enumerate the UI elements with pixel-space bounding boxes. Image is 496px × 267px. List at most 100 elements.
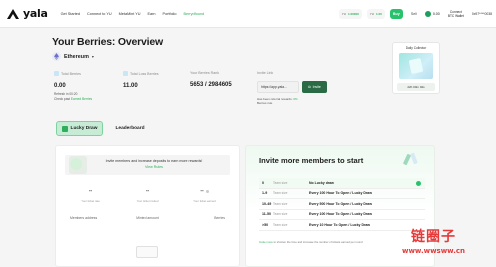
- daily-collector-card: Daily Collector 22h 00m 02s: [392, 42, 440, 94]
- invite-more-link[interactable]: Invite more: [259, 240, 273, 244]
- stat-total-berries: Total Berries 0.00 Refresh in 00:20 Chec…: [54, 71, 92, 101]
- tier-reward: Every 100 Hour To Open / Lucky Draw: [309, 191, 372, 196]
- stat-label-row: Total Berries: [54, 71, 92, 76]
- referral-value: 0%: [293, 97, 298, 101]
- nav-get-started[interactable]: Get Started: [61, 12, 80, 16]
- ticket-invited-label: Your ticket invited: [136, 199, 159, 203]
- watermark: 链圈子 www.wwsww.cn: [402, 226, 465, 255]
- view-rules-link[interactable]: View Rules: [99, 165, 209, 169]
- promo-banner: Invite members and increase deposits to …: [65, 155, 230, 175]
- chevron-down-icon: ▾: [91, 54, 94, 59]
- members-table-header: Members address Minted amount Berries: [56, 216, 239, 220]
- ticket-earned-label: Your ticket earned: [193, 199, 216, 203]
- invite-label: Invite Link: [257, 71, 274, 75]
- ethereum-icon: [52, 52, 61, 61]
- logo[interactable]: yala: [6, 7, 48, 20]
- invite-link-block: Invite Link https://app.yala... ⧉ Invite…: [257, 71, 335, 105]
- tier-range: >50: [262, 222, 269, 227]
- watermark-title: 链圈子: [411, 229, 456, 245]
- tier-reward: Every 100 Hour To Open / Lucky Draw: [309, 212, 372, 217]
- berries-icon: [123, 71, 128, 76]
- earned-berries-link[interactable]: Earned Berries: [71, 97, 92, 101]
- tier-row: 1-9 Team size Every 100 Hour To Open / L…: [259, 189, 425, 199]
- past-link-row: Check past Earned Berries: [54, 97, 92, 102]
- tab-leaderboard[interactable]: Leaderboard: [108, 121, 152, 136]
- col-members-address: Members address: [70, 216, 98, 220]
- invite-row: https://app.yala... ⧉ Invite: [257, 81, 335, 93]
- nav-stat-label: YU: [341, 12, 346, 16]
- ticket-illustration-icon: [402, 152, 420, 168]
- chain-badge[interactable]: 0.00: [424, 11, 440, 17]
- buy-button[interactable]: Buy: [389, 9, 403, 19]
- stat-label: Your Berries Rank: [190, 71, 220, 75]
- collector-title: Daily Collector: [405, 46, 427, 50]
- tab-label: Lucky Draw: [70, 126, 98, 131]
- stat-value: 5653 / 2984605: [190, 82, 232, 88]
- ticket-earned: -- Your ticket earned: [177, 188, 232, 203]
- nav-connect[interactable]: Connect to YU: [87, 12, 112, 16]
- tier-reward: Every 10 Hour To Open / Lucky Draw: [309, 222, 371, 227]
- invite-button[interactable]: ⧉ Invite: [302, 81, 327, 93]
- ticket-earned-row: --: [177, 188, 232, 194]
- ticket-rate-value: --: [88, 188, 93, 194]
- panel-title: Invite more members to start: [259, 156, 364, 165]
- tier-suffix: Team size: [273, 180, 288, 185]
- stat-label: Total Loss Berries: [130, 71, 159, 76]
- yala-logo-icon: [6, 8, 20, 20]
- promo-message: Invite members and increase deposits to …: [105, 159, 203, 163]
- watermark-url: www.wwsww.cn: [402, 247, 465, 255]
- ticket-invited: -- Your ticket invited: [120, 188, 175, 203]
- tab-lucky-draw[interactable]: Lucky Draw: [56, 121, 103, 136]
- tier-suffix: Team size: [273, 212, 288, 217]
- tier-range: 11-50: [262, 212, 271, 217]
- nav-stat-label: YU: [369, 12, 374, 16]
- tier-range: 0: [262, 180, 264, 185]
- tier-suffix: Team size: [273, 222, 288, 227]
- ticket-earned-value: --: [200, 188, 204, 194]
- lucky-draw-panel: Invite members and increase deposits to …: [55, 145, 240, 267]
- nav-stat-2: YU 1.00: [366, 9, 385, 19]
- berries-rule-link[interactable]: Berries rule: [257, 101, 335, 105]
- invite-url-field[interactable]: https://app.yala...: [257, 81, 299, 93]
- collector-countdown-button[interactable]: 22h 00m 02s: [397, 83, 435, 91]
- connect-btc-wallet-button[interactable]: Connect BTC Wallet: [445, 10, 467, 18]
- nav-stat-value: 1.00: [375, 12, 382, 16]
- gift-icon: [61, 125, 68, 132]
- copy-icon: ⧉: [308, 85, 311, 89]
- stat-total-loss-berries: Total Loss Berries 11.00: [123, 71, 159, 89]
- stat-value: 11.00: [123, 83, 138, 89]
- nav-portfolio[interactable]: Portfolio: [163, 12, 177, 16]
- sell-button[interactable]: Sell: [408, 12, 420, 16]
- nav-metamint[interactable]: MetaMint YU: [119, 12, 141, 16]
- nav-earn[interactable]: Earn: [148, 12, 156, 16]
- ticket-rate: -- Your ticket rate: [63, 188, 118, 203]
- chain-selector[interactable]: Ethereum ▾: [52, 52, 94, 61]
- account-button[interactable]: 0x97****0038: [472, 12, 492, 16]
- tier-row: 10-49 Team size Every 500 Hour To Open /…: [259, 199, 425, 210]
- berries-icon: [54, 71, 59, 76]
- tier-row: 0 Team size No Lucky draw: [259, 178, 425, 189]
- stat-value: 0.00: [54, 83, 66, 89]
- chain-name: Ethereum: [64, 53, 89, 60]
- check-icon: [416, 180, 421, 186]
- promo-illustration-icon: [69, 156, 87, 174]
- info-icon[interactable]: [205, 189, 209, 193]
- col-minted-amount: Minted amount: [136, 216, 159, 220]
- nav-stat-value: 1.00000: [347, 12, 359, 16]
- page-title: Your Berries: Overview: [52, 36, 163, 48]
- brand-name: yala: [23, 7, 48, 20]
- stat-berries-rank: Your Berries Rank 5653 / 2984605: [190, 71, 232, 88]
- promo-text: Invite members and increase deposits to …: [99, 159, 209, 169]
- ticket-stats: -- Your ticket rate -- Your ticket invit…: [56, 188, 239, 203]
- invite-button-label: Invite: [312, 85, 321, 89]
- nav-berryfound[interactable]: Berrydfound: [183, 12, 204, 16]
- nav-stat-1: YU 1.00000: [338, 9, 362, 19]
- nav-links: Get Started Connect to YU MetaMint YU Ea…: [61, 12, 205, 16]
- nav-right: YU 1.00000 YU 1.00 Buy Sell 0.00 Connect…: [338, 0, 492, 28]
- tier-range: 1-9: [262, 191, 268, 196]
- tier-row: >50 Team size Every 10 Hour To Open / Lu…: [259, 220, 425, 231]
- collector-image: [399, 53, 433, 79]
- tier-suffix: Team size: [273, 201, 288, 206]
- col-berries: Berries: [214, 216, 226, 220]
- empty-state-icon: [136, 246, 158, 258]
